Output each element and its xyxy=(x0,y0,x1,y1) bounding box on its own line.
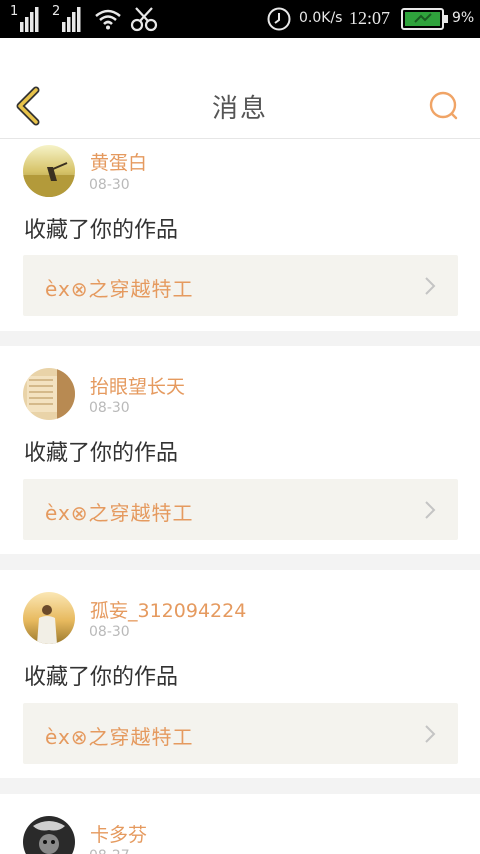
message-action: 收藏了你的作品 xyxy=(24,665,179,690)
battery-level: 9% xyxy=(452,10,475,26)
scissors-icon xyxy=(130,6,158,32)
page-title: 消息 xyxy=(211,94,268,124)
sim1-label: 1 xyxy=(10,4,19,19)
work-title: èx⊗之穿越特工 xyxy=(45,501,194,525)
signal-sim1-icon: 1 xyxy=(10,4,40,32)
clock: 12:07 xyxy=(349,8,391,28)
search-icon xyxy=(429,91,458,120)
signal-sim2-icon: 2 xyxy=(52,4,82,32)
message-card: 黄蛋白 08-30 收藏了你的作品 èx⊗之穿越特工 xyxy=(0,139,480,331)
wifi-icon xyxy=(94,8,122,30)
app-header: 消息 xyxy=(0,38,480,139)
avatar[interactable] xyxy=(23,592,75,644)
status-bar: 1 2 0.0K/s 12:07 9% xyxy=(0,0,480,38)
work-link[interactable]: èx⊗之穿越特工 xyxy=(23,479,458,540)
chevron-right-icon xyxy=(425,277,436,295)
chevron-right-icon xyxy=(425,725,436,743)
message-date: 08-27 xyxy=(89,848,130,854)
work-title: èx⊗之穿越特工 xyxy=(45,277,194,301)
message-date: 08-30 xyxy=(89,177,130,193)
user-name[interactable]: 抬眼望长天 xyxy=(90,372,185,399)
work-link[interactable]: èx⊗之穿越特工 xyxy=(23,255,458,316)
user-name[interactable]: 黄蛋白 xyxy=(90,148,147,175)
work-link[interactable]: èx⊗之穿越特工 xyxy=(23,703,458,764)
message-card: 卡多芬 08-27 xyxy=(0,794,480,854)
message-card: 孤妄_312094224 08-30 收藏了你的作品 èx⊗之穿越特工 xyxy=(0,570,480,778)
user-name[interactable]: 卡多芬 xyxy=(90,820,147,847)
message-action: 收藏了你的作品 xyxy=(24,218,179,243)
message-date: 08-30 xyxy=(89,400,130,416)
message-date: 08-30 xyxy=(89,624,130,640)
search-button[interactable] xyxy=(428,90,460,122)
avatar[interactable] xyxy=(23,145,75,197)
network-speed: 0.0K/s xyxy=(299,10,343,26)
battery-icon xyxy=(401,8,449,30)
user-name[interactable]: 孤妄_312094224 xyxy=(90,596,246,623)
sim2-label: 2 xyxy=(52,4,61,19)
avatar[interactable] xyxy=(23,368,75,420)
alarm-icon xyxy=(266,6,292,32)
work-title: èx⊗之穿越特工 xyxy=(45,725,194,749)
message-action: 收藏了你的作品 xyxy=(24,441,179,466)
message-card: 抬眼望长天 08-30 收藏了你的作品 èx⊗之穿越特工 xyxy=(0,346,480,554)
avatar[interactable] xyxy=(23,816,75,854)
chevron-right-icon xyxy=(425,501,436,519)
